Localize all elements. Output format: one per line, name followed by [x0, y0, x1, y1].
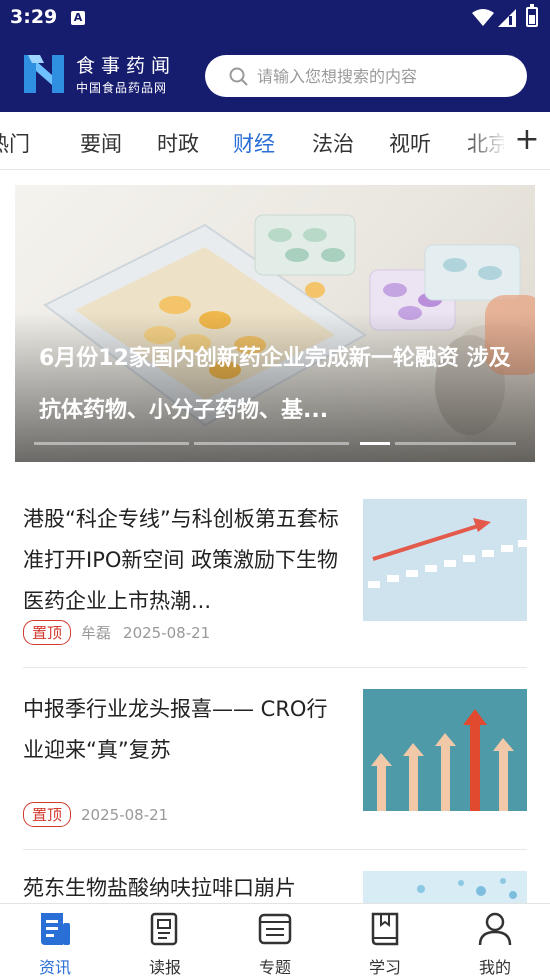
- news-meta: 置顶 2025-08-21: [23, 802, 180, 827]
- pinned-badge: 置顶: [23, 620, 72, 645]
- search-input[interactable]: [257, 61, 517, 91]
- bottom-navigation: 资讯 读报 专题 学习 我的: [0, 903, 550, 979]
- banner-indicator[interactable]: [34, 442, 189, 445]
- news-date: 2025-08-21: [123, 623, 211, 642]
- banner-indicator-active[interactable]: [360, 442, 390, 445]
- growth-arrows-image: [363, 689, 527, 811]
- tab-media[interactable]: 视听: [389, 128, 431, 158]
- list-divider: [23, 849, 527, 850]
- tab-hot[interactable]: 热门: [0, 128, 30, 158]
- news-doc-icon: [41, 913, 70, 945]
- signal-icon: [498, 9, 516, 27]
- news-author: 牟磊: [81, 624, 112, 642]
- category-tabs: 热门 要闻 时政 财经 法治 视听 北京 +: [0, 112, 550, 170]
- app-screen: 3:29 A 食事药闻 中国食品药品网 请输入您想搜索的内容 门 要闻 时政 财…: [0, 0, 550, 979]
- user-icon: [478, 912, 512, 946]
- news-date: 2025-08-21: [81, 805, 169, 824]
- topics-list-icon: [258, 913, 292, 945]
- nav-newspaper[interactable]: 读报: [110, 904, 220, 979]
- nav-news[interactable]: 资讯: [0, 904, 110, 979]
- news-meta: 置顶 牟磊 2025-08-21: [23, 620, 222, 645]
- notification-icon: A: [71, 11, 85, 25]
- news-thumbnail[interactable]: [363, 499, 527, 621]
- news-item[interactable]: 港股“科企专线”与科创板第五套标准打开IPO新空间 政策激励下生物医药企业上市热…: [23, 499, 527, 651]
- news-title[interactable]: 中报季行业龙头报喜—— CRO行业迎来“真”复苏: [23, 689, 345, 771]
- tab-headlines[interactable]: 要闻: [80, 128, 122, 158]
- nav-label: 读报: [148, 958, 181, 977]
- search-icon: [229, 67, 248, 86]
- newspaper-icon: [150, 912, 178, 946]
- brand-logo-icon[interactable]: [22, 51, 66, 97]
- battery-icon: [526, 4, 538, 27]
- brand-subtitle: 中国食品药品网: [76, 81, 168, 95]
- news-thumbnail[interactable]: [363, 689, 527, 811]
- trend-arrow-image: [363, 499, 527, 621]
- tabs-fade: [462, 112, 508, 169]
- news-thumbnail[interactable]: [363, 871, 527, 903]
- pinned-badge: 置顶: [23, 802, 72, 827]
- nav-label: 我的: [478, 958, 511, 977]
- app-header: 3:29 A 食事药闻 中国食品药品网: [0, 0, 550, 112]
- nav-label: 专题: [258, 958, 291, 977]
- nav-topics[interactable]: 专题: [220, 904, 330, 979]
- tab-finance[interactable]: 财经: [233, 128, 275, 158]
- tab-politics[interactable]: 时政: [157, 128, 199, 158]
- banner-indicator[interactable]: [395, 442, 516, 445]
- bubbles-image: [363, 871, 527, 903]
- list-divider: [23, 667, 527, 668]
- featured-banner[interactable]: 6月份12家国内创新药企业完成新一轮融资 涉及抗体药物、小分子药物、基...: [15, 185, 535, 462]
- nav-label: 学习: [368, 958, 401, 977]
- news-item[interactable]: 苑东生物盐酸纳呋拉啡口崩片: [23, 869, 527, 903]
- tab-law[interactable]: 法治: [312, 128, 354, 158]
- nav-me[interactable]: 我的: [440, 904, 550, 979]
- banner-indicator[interactable]: [194, 442, 349, 445]
- nav-label: 资讯: [38, 958, 71, 977]
- wifi-icon: [472, 9, 494, 26]
- banner-indicators: [34, 442, 516, 445]
- news-title[interactable]: 港股“科企专线”与科创板第五套标准打开IPO新空间 政策激励下生物医药企业上市热…: [23, 499, 345, 622]
- news-title[interactable]: 苑东生物盐酸纳呋拉啡口崩片: [23, 869, 345, 903]
- banner-title[interactable]: 6月份12家国内创新药企业完成新一轮融资 涉及抗体药物、小分子药物、基...: [39, 333, 515, 437]
- brand-name: 食事药闻: [76, 55, 177, 77]
- nav-study[interactable]: 学习: [330, 904, 440, 979]
- plus-icon[interactable]: +: [504, 112, 550, 169]
- search-bar[interactable]: [205, 55, 527, 97]
- news-item[interactable]: 中报季行业龙头报喜—— CRO行业迎来“真”复苏 置顶 2025-08-21: [23, 689, 527, 831]
- status-bar: 3:29 A: [0, 0, 550, 36]
- status-time: 3:29: [10, 6, 58, 28]
- book-icon: [371, 912, 399, 946]
